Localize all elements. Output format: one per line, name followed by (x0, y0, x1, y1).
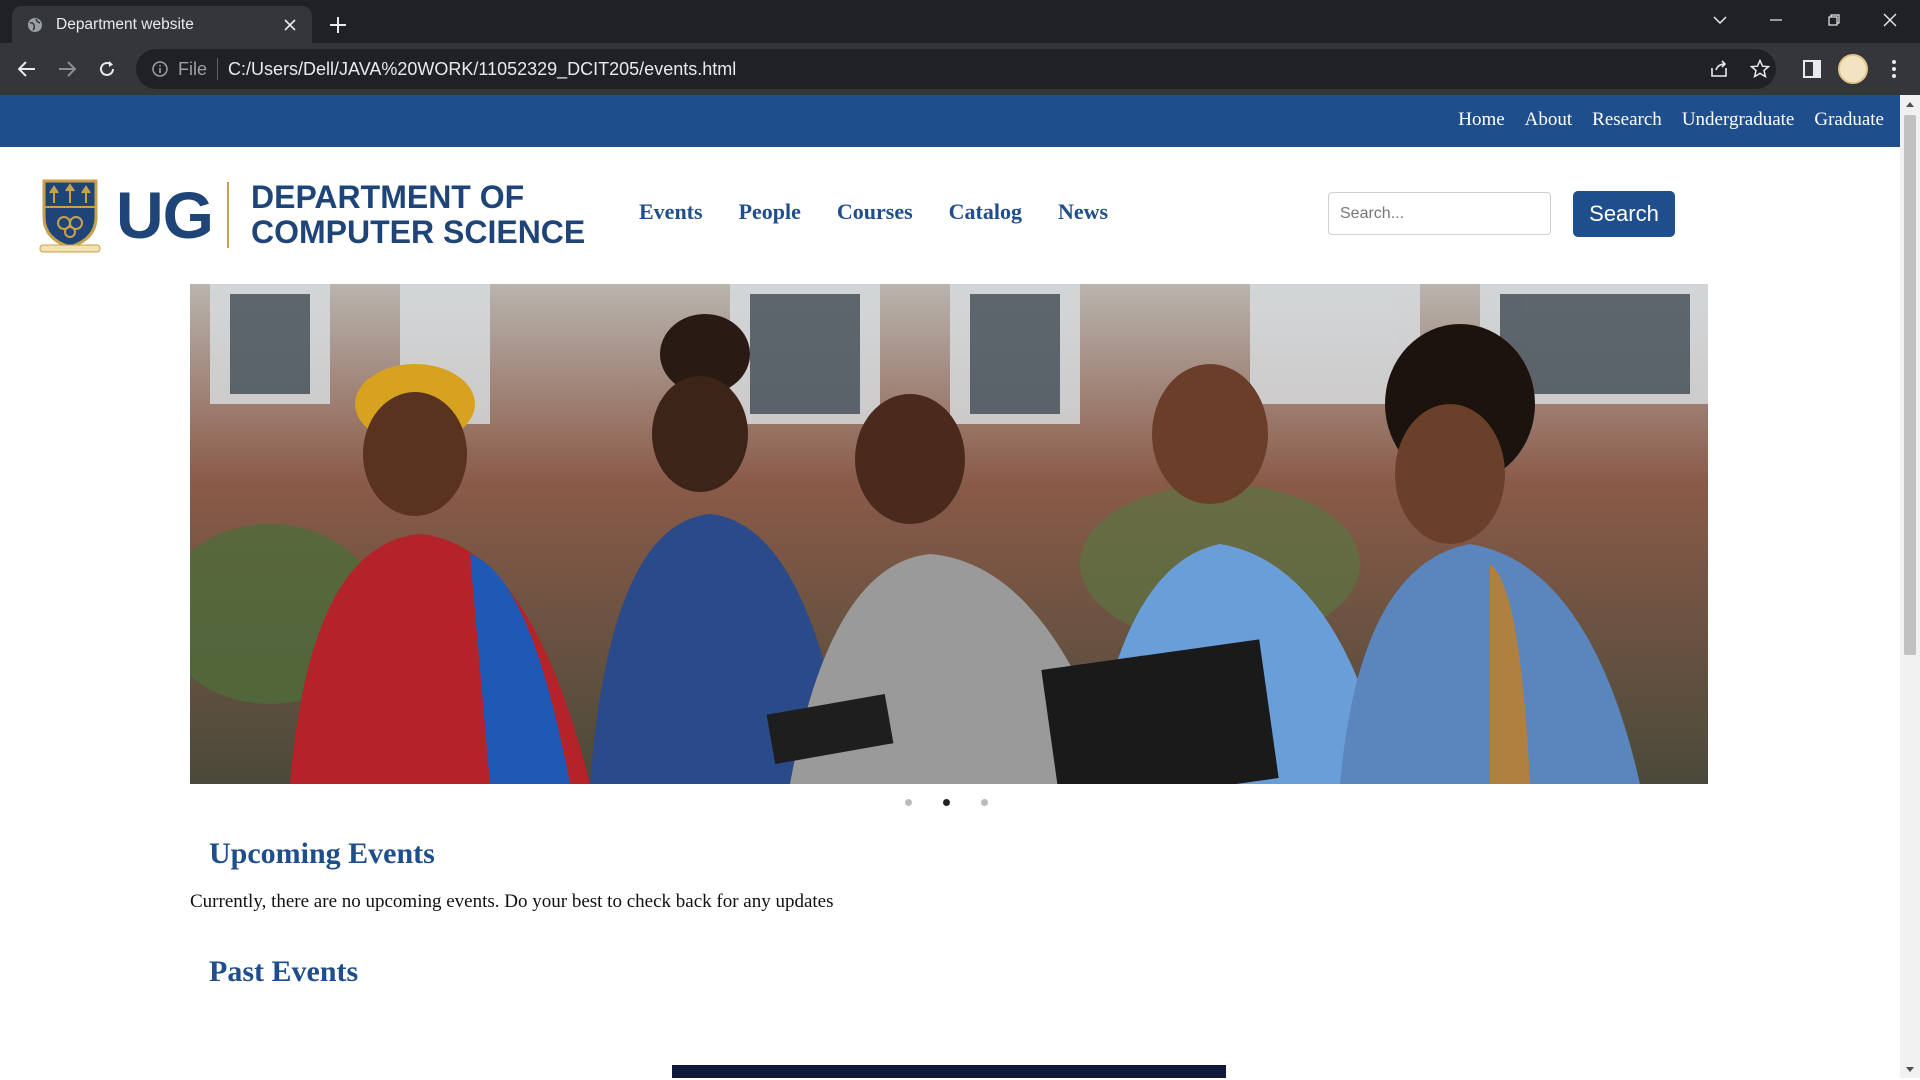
page-viewport: Home About Research Undergraduate Gradua… (0, 95, 1900, 1078)
tab-search-icon[interactable] (1692, 0, 1748, 40)
side-panel-icon[interactable] (1796, 53, 1828, 85)
logo-divider (227, 182, 229, 248)
site-logo[interactable]: UG DEPARTMENT OF COMPUTER SCIENCE (38, 177, 585, 253)
carousel-dot-3[interactable] (981, 799, 988, 806)
main-nav-news[interactable]: News (1058, 199, 1108, 225)
hero-carousel-image[interactable] (190, 284, 1708, 784)
reload-icon[interactable] (91, 53, 123, 85)
department-name: DEPARTMENT OF COMPUTER SCIENCE (251, 180, 585, 250)
address-bar[interactable]: File C:/Users/Dell/JAVA%20WORK/11052329_… (136, 49, 1776, 89)
top-nav-undergraduate[interactable]: Undergraduate (1682, 109, 1795, 131)
scroll-down-icon[interactable] (1900, 1060, 1920, 1078)
menu-kebab-icon[interactable] (1878, 53, 1910, 85)
carousel-indicators (905, 799, 988, 806)
browser-tab[interactable]: Department website (12, 6, 312, 43)
main-nav: Events People Courses Catalog News (639, 199, 1108, 225)
main-nav-catalog[interactable]: Catalog (949, 199, 1022, 225)
department-name-line1: DEPARTMENT OF (251, 179, 525, 215)
browser-toolbar: File C:/Users/Dell/JAVA%20WORK/11052329_… (0, 43, 1920, 95)
scroll-up-icon[interactable] (1900, 95, 1920, 113)
upcoming-events-heading: Upcoming Events (209, 837, 435, 870)
globe-icon (26, 16, 44, 34)
back-icon[interactable] (11, 53, 43, 85)
top-nav-research[interactable]: Research (1592, 109, 1662, 131)
main-nav-courses[interactable]: Courses (837, 199, 913, 225)
address-separator (217, 58, 219, 80)
restore-icon[interactable] (1806, 0, 1862, 40)
logo-ug-text: UG (116, 178, 214, 252)
close-window-icon[interactable] (1862, 0, 1918, 40)
new-tab-icon[interactable] (322, 9, 354, 41)
browser-tabstrip: Department website (0, 0, 1920, 43)
info-icon[interactable] (150, 59, 170, 79)
past-events-heading: Past Events (209, 955, 359, 988)
top-nav: Home About Research Undergraduate Gradua… (1458, 109, 1884, 131)
tab-title: Department website (56, 15, 194, 33)
top-nav-home[interactable]: Home (1458, 109, 1504, 131)
upcoming-events-text: Currently, there are no upcoming events.… (190, 891, 834, 912)
main-nav-people[interactable]: People (739, 199, 801, 225)
bookmark-star-icon[interactable] (1744, 53, 1776, 85)
minimize-icon[interactable] (1748, 0, 1804, 40)
search-input[interactable] (1328, 192, 1551, 235)
carousel-dot-1[interactable] (905, 799, 912, 806)
address-url[interactable]: C:/Users/Dell/JAVA%20WORK/11052329_DCIT2… (228, 59, 736, 80)
forward-icon[interactable] (51, 53, 83, 85)
profile-avatar[interactable] (1838, 54, 1868, 84)
scrollbar-thumb[interactable] (1904, 115, 1916, 655)
address-scheme: File (178, 58, 208, 79)
share-icon[interactable] (1704, 53, 1736, 85)
top-bar: Home About Research Undergraduate Gradua… (0, 95, 1900, 147)
top-nav-about[interactable]: About (1525, 109, 1573, 131)
close-tab-icon[interactable] (278, 13, 302, 37)
search-button[interactable]: Search (1573, 191, 1675, 237)
university-crest-icon (39, 179, 101, 253)
department-name-line2: COMPUTER SCIENCE (251, 214, 586, 250)
page-scrollbar[interactable] (1900, 95, 1920, 1078)
top-nav-graduate[interactable]: Graduate (1814, 109, 1884, 131)
carousel-dot-2[interactable] (943, 799, 950, 806)
past-event-image (672, 1065, 1226, 1078)
main-nav-events[interactable]: Events (639, 199, 703, 225)
